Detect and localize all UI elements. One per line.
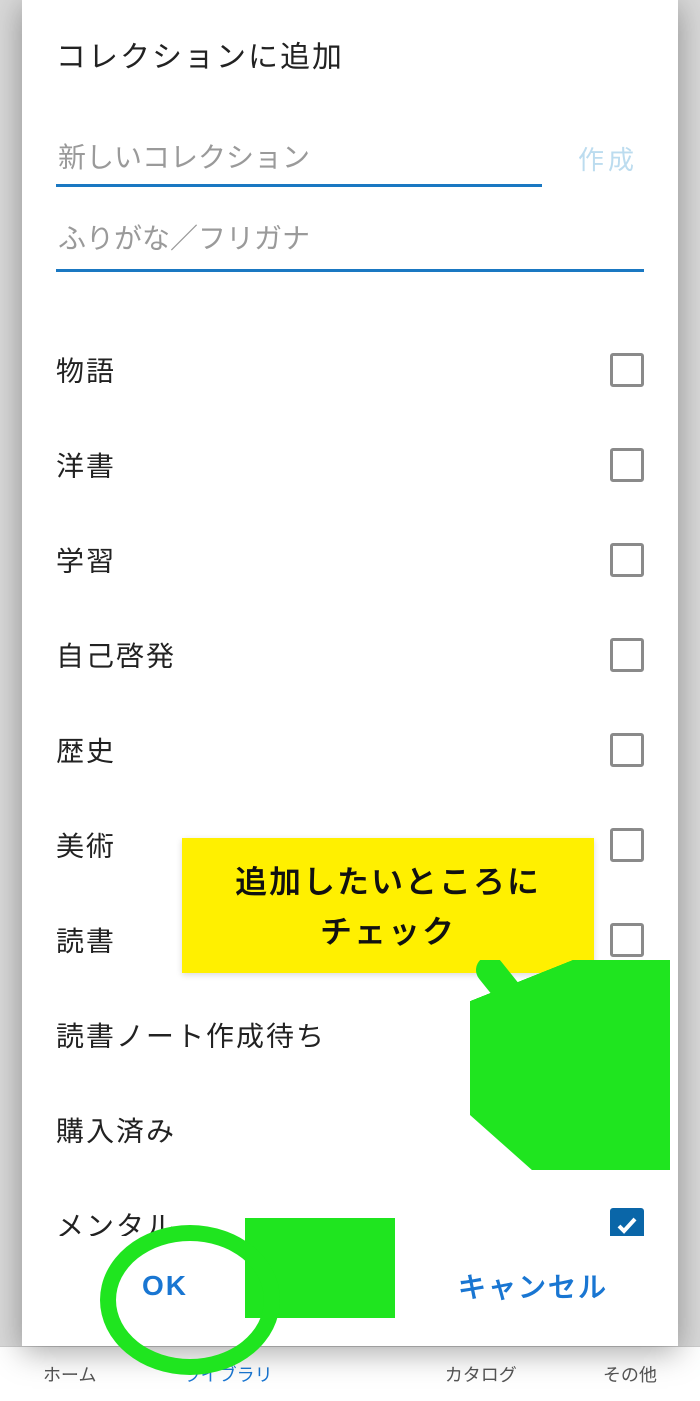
- collection-label: 読書ノート作成待ち: [56, 1015, 326, 1055]
- modal-title: コレクションに追加: [56, 32, 644, 76]
- collection-checkbox[interactable]: [610, 923, 644, 957]
- collection-checkbox[interactable]: [610, 448, 644, 482]
- collection-label: 物語: [56, 350, 116, 390]
- nav-home[interactable]: ホーム: [43, 1361, 96, 1387]
- annotation-callout-line2: チェック: [208, 906, 568, 956]
- cancel-button[interactable]: キャンセル: [458, 1266, 608, 1306]
- annotation-callout: 追加したいところに チェック: [182, 838, 594, 973]
- collection-label: 洋書: [56, 445, 116, 485]
- collection-checkbox[interactable]: [610, 828, 644, 862]
- collection-label: 歴史: [56, 730, 116, 770]
- collection-label: 自己啓発: [56, 635, 176, 675]
- furigana-input[interactable]: [56, 217, 644, 272]
- annotation-callout-line1: 追加したいところに: [208, 856, 568, 906]
- collection-row[interactable]: 歴史: [56, 702, 644, 797]
- collection-row[interactable]: 学習: [56, 512, 644, 607]
- collection-checkbox[interactable]: [610, 733, 644, 767]
- annotation-arrow-to-checkbox: [470, 960, 670, 1170]
- nav-catalog[interactable]: カタログ: [445, 1361, 517, 1387]
- new-collection-input[interactable]: [56, 136, 542, 187]
- create-button[interactable]: 作成: [572, 140, 644, 187]
- collection-label: 美術: [56, 825, 116, 865]
- collection-checkbox[interactable]: [610, 1208, 644, 1237]
- app-backdrop: ホーム ライブラリ カタログ その他 コレクションに追加 作成 物語洋書学習自己…: [0, 0, 700, 1401]
- collection-label: 購入済み: [56, 1110, 176, 1150]
- collection-row[interactable]: 洋書: [56, 417, 644, 512]
- collection-checkbox[interactable]: [610, 353, 644, 387]
- annotation-circle-ok: [100, 1225, 280, 1375]
- nav-other[interactable]: その他: [603, 1361, 657, 1387]
- collection-checkbox[interactable]: [610, 543, 644, 577]
- bottom-nav: ホーム ライブラリ カタログ その他: [0, 1346, 700, 1401]
- collection-checkbox[interactable]: [610, 638, 644, 672]
- collection-row[interactable]: 自己啓発: [56, 607, 644, 702]
- collection-label: 読書: [56, 920, 116, 960]
- collection-label: 学習: [56, 540, 116, 580]
- collection-row[interactable]: 物語: [56, 322, 644, 417]
